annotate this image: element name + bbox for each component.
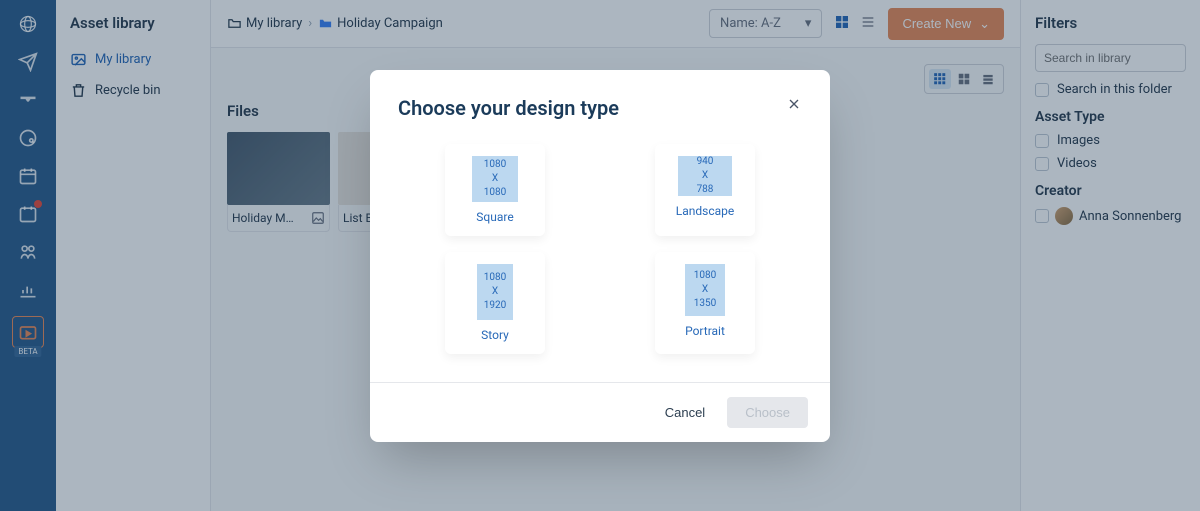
- design-option-landscape[interactable]: 940 X 788 Landscape: [655, 144, 755, 236]
- modal-overlay[interactable]: Choose your design type 1080 X 1080 Squa…: [0, 0, 1200, 511]
- design-option-portrait[interactable]: 1080 X 1350 Portrait: [655, 252, 755, 354]
- design-option-story[interactable]: 1080 X 1920 Story: [445, 252, 545, 354]
- design-type-modal: Choose your design type 1080 X 1080 Squa…: [370, 70, 830, 442]
- design-label: Landscape: [676, 204, 735, 218]
- close-button[interactable]: [786, 96, 802, 117]
- design-preview: 1080 X 1350: [685, 264, 725, 316]
- modal-title: Choose your design type: [398, 96, 619, 120]
- design-option-square[interactable]: 1080 X 1080 Square: [445, 144, 545, 236]
- design-preview: 1080 X 1080: [472, 156, 518, 202]
- design-label: Square: [476, 210, 513, 224]
- design-label: Story: [481, 328, 509, 342]
- design-preview: 940 X 788: [678, 156, 732, 196]
- design-preview: 1080 X 1920: [477, 264, 513, 320]
- choose-button[interactable]: Choose: [727, 397, 808, 428]
- design-label: Portrait: [685, 324, 725, 338]
- close-icon: [786, 96, 802, 112]
- cancel-button[interactable]: Cancel: [655, 397, 715, 428]
